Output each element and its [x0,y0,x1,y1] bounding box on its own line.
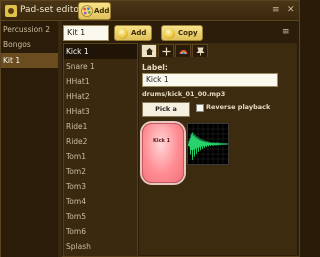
pad-item[interactable]: Tom5 [64,209,137,224]
pad-item[interactable]: Ride1 [64,119,137,134]
add-pad-label: Add [131,29,147,37]
pick-sound-button[interactable]: Pick a sound [142,102,190,126]
kit-list: Percussion 2 Bongos Kit 1 [1,21,58,257]
pin-icon [196,47,205,56]
coin-icon [117,28,128,39]
home-icon [146,48,153,55]
pad-item[interactable]: HHat2 [64,89,137,104]
pad-item[interactable]: Tom1 [64,149,137,164]
tab-home[interactable] [141,44,157,57]
palette-icon [81,5,93,17]
pad-set-editor-window: Pad-set editors Add ≡ ✕ Percussion 2 Bon… [0,0,300,257]
crosshair-icon [162,47,171,56]
pad-preview[interactable] [142,123,184,183]
add-kit-button[interactable]: Add [78,2,111,20]
reverse-playback-checkbox[interactable] [196,104,204,112]
close-icon[interactable]: ✕ [287,5,295,15]
pad-item[interactable]: Tom2 [64,164,137,179]
tab-rainbow[interactable] [175,44,191,57]
copy-pad-label: Copy [178,29,198,37]
kit-name-field[interactable]: Kit 1 [63,25,109,41]
coin-icon [164,28,175,39]
pad-label-field[interactable]: Kick 1 [142,73,278,87]
pad-item[interactable]: Kick 1 [64,44,137,59]
pad-item[interactable]: Splash [64,239,137,254]
add-kit-label: Add [94,7,110,15]
kit-menu-icon[interactable]: ≡ [282,27,290,37]
pad-list: Kick 1 Snare 1 HHat1 HHat2 HHat3 Ride1 R… [63,43,138,257]
app-icon [5,5,17,17]
kit-item-bongos[interactable]: Bongos [1,37,58,52]
pad-item[interactable]: HHat3 [64,104,137,119]
pad-item[interactable]: HHat1 [64,74,137,89]
title-bar: Pad-set editors Add ≡ ✕ [1,1,299,21]
kit-item-percussion-2[interactable]: Percussion 2 [1,22,58,37]
tab-pin[interactable] [192,44,208,57]
pad-item[interactable]: Ride2 [64,134,137,149]
rainbow-icon [179,49,188,55]
window-menu-icon[interactable]: ≡ [272,5,280,15]
tab-crosshair[interactable] [158,44,174,57]
waveform-display [187,123,229,165]
pad-item[interactable]: Tom6 [64,224,137,239]
label-caption: Label: [142,63,168,72]
reverse-playback-label: Reverse playback [206,103,271,111]
pad-item[interactable]: Snare 1 [64,59,137,74]
panel-splitter[interactable] [58,21,62,257]
sound-file-path: drums/kick_01_00.mp3 [142,90,226,98]
kit-item-kit-1[interactable]: Kit 1 [1,53,58,68]
pad-preview-label: Kick 1 [153,138,171,144]
pad-item[interactable]: Tom3 [64,179,137,194]
add-pad-button[interactable]: Add [114,25,152,41]
waveform-graph [187,124,229,164]
copy-pad-button[interactable]: Copy [161,25,203,41]
pad-item[interactable]: Tom4 [64,194,137,209]
